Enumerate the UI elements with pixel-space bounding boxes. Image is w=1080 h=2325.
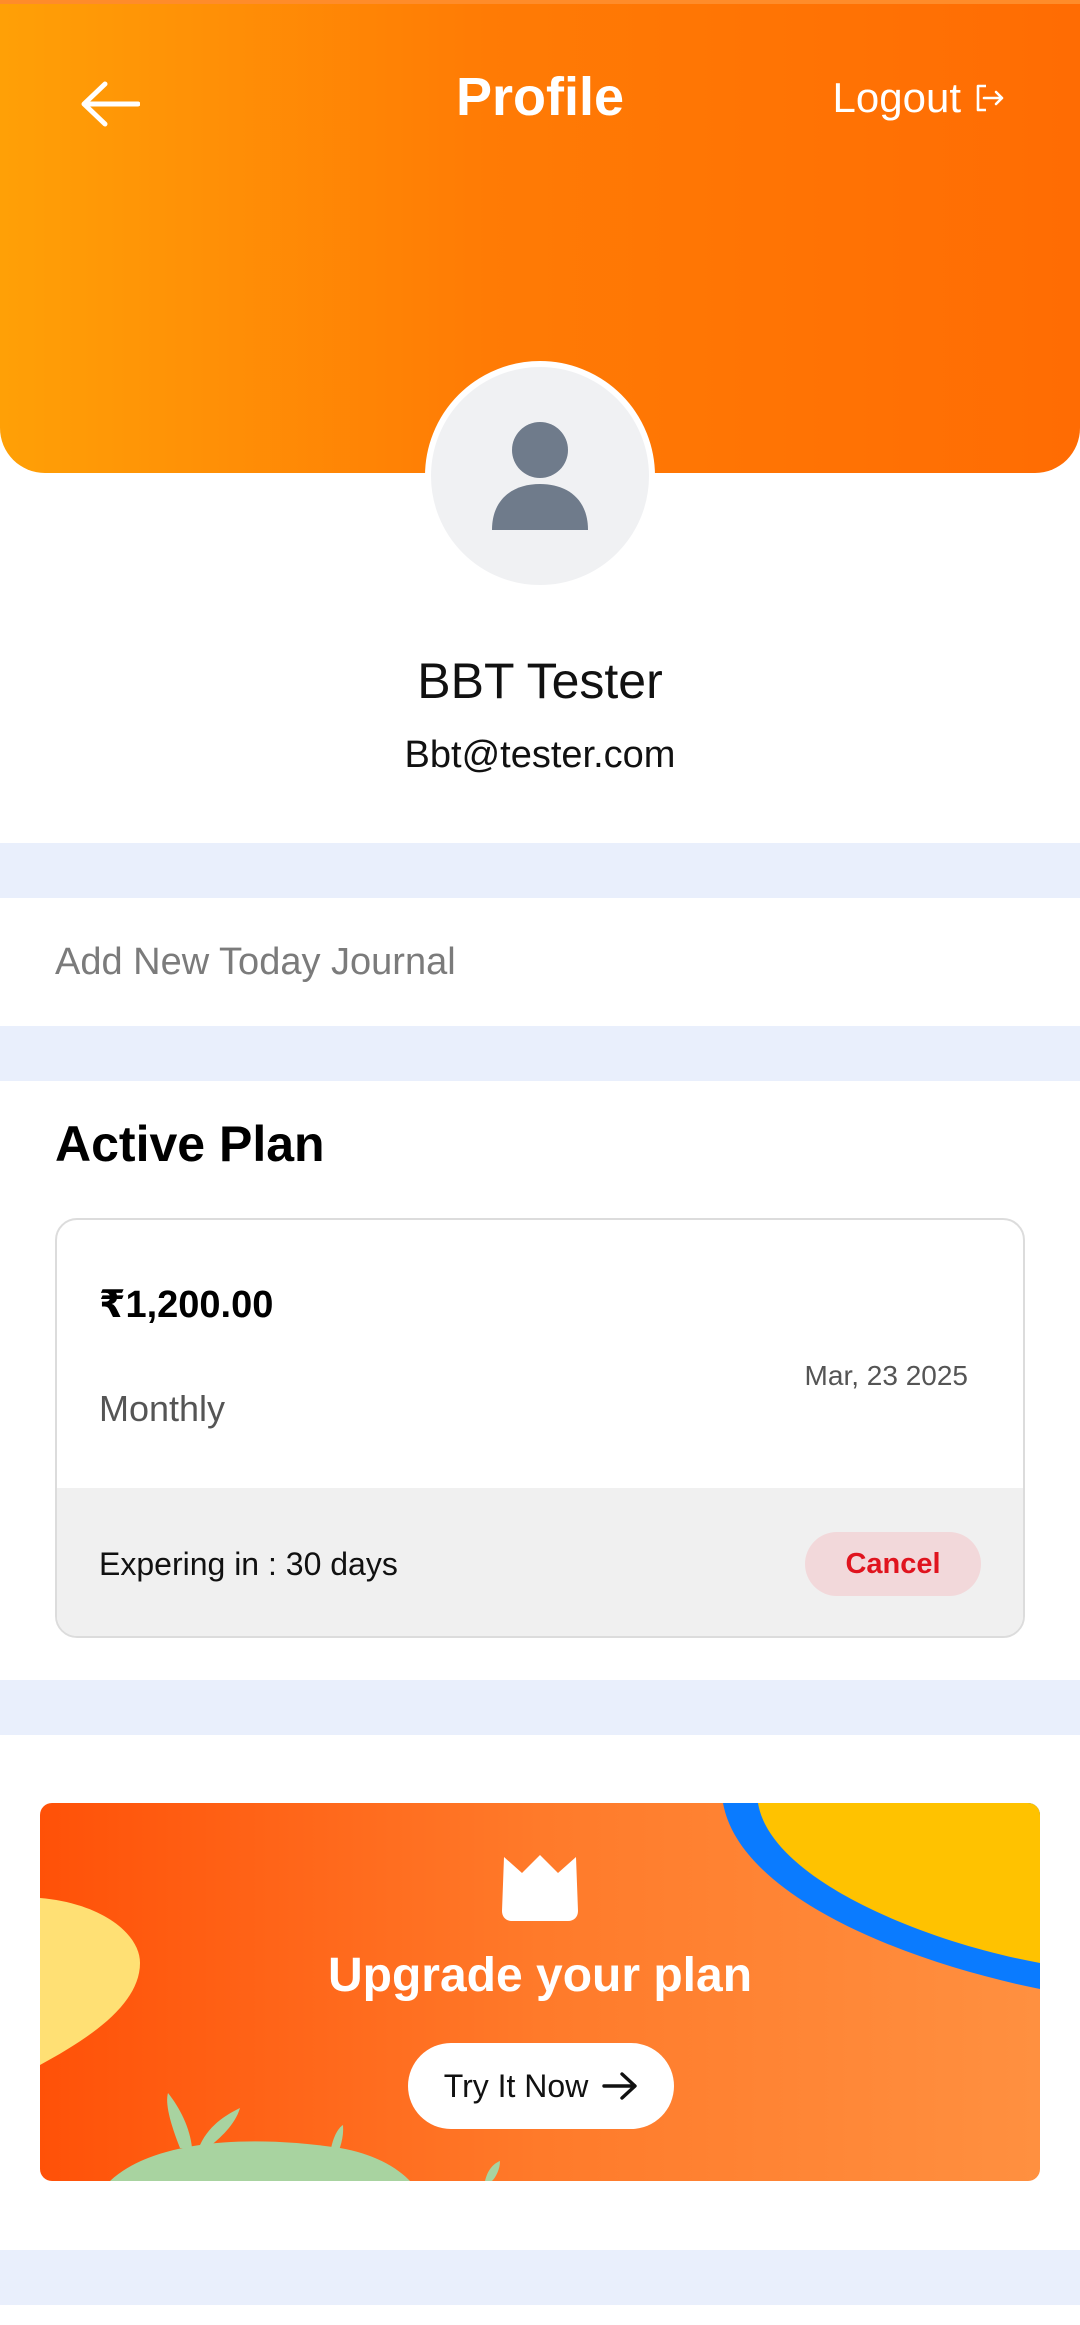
plan-expiry: Expering in : 30 days	[99, 1546, 398, 1582]
cancel-button[interactable]: Cancel	[805, 1532, 981, 1596]
user-name: BBT Tester	[417, 653, 663, 709]
plan-cycle: Monthly	[99, 1388, 226, 1429]
plan-date: Mar, 23 2025	[804, 1360, 968, 1391]
plan-price: ₹1,200.00	[99, 1284, 274, 1326]
plan-card-footer: Expering in : 30 days Cancel	[57, 1488, 1023, 1636]
user-email: Bbt@tester.com	[404, 734, 676, 776]
section-divider	[0, 1680, 1080, 1735]
section-divider	[0, 843, 1080, 898]
active-plan-title: Active Plan	[55, 1116, 325, 1172]
section-divider	[0, 2250, 1080, 2305]
logout-label: Logout	[832, 74, 961, 121]
upgrade-title: Upgrade your plan	[327, 1949, 753, 2002]
arrow-left-icon	[81, 81, 140, 127]
section-divider	[0, 1026, 1080, 1081]
back-button[interactable]	[70, 69, 150, 139]
plan-card: ₹1,200.00 Monthly Mar, 23 2025 Expering …	[55, 1218, 1025, 1638]
logout-icon	[973, 82, 1005, 114]
try-it-now-button[interactable]: Try It Now	[408, 2043, 674, 2129]
crown-icon	[502, 1855, 578, 1921]
logout-button[interactable]: Logout	[833, 74, 1005, 122]
add-journal-link[interactable]: Add New Today Journal	[0, 898, 1080, 1026]
user-silhouette-icon	[492, 422, 588, 530]
add-journal-label: Add New Today Journal	[55, 940, 456, 983]
upgrade-banner[interactable]: Upgrade your plan Try It Now	[40, 1803, 1040, 2181]
arrow-right-icon	[602, 2071, 638, 2101]
try-it-now-label: Try It Now	[443, 2067, 589, 2104]
avatar[interactable]	[425, 361, 655, 591]
